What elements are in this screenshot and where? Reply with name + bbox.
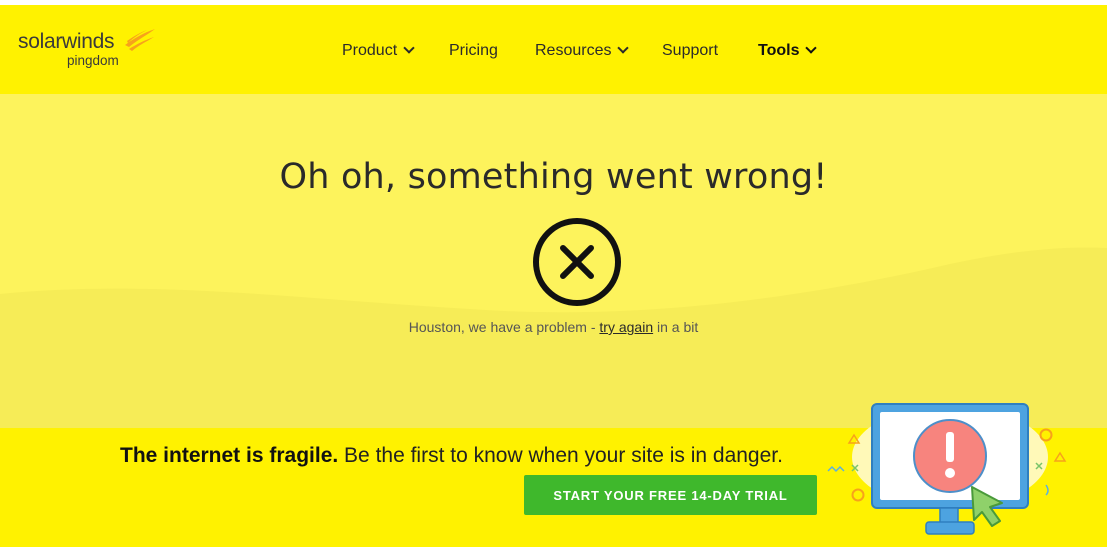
nav-item-tools[interactable]: Tools bbox=[758, 41, 818, 61]
chevron-down-icon bbox=[617, 42, 630, 54]
solarwinds-pingdom-logo[interactable]: solarwinds pingdom bbox=[18, 29, 155, 68]
error-headline: Oh oh, something went wrong! bbox=[279, 157, 828, 197]
error-message: Houston, we have a problem - try again i… bbox=[0, 319, 1107, 335]
start-free-trial-button[interactable]: START YOUR FREE 14-DAY TRIAL bbox=[524, 475, 817, 515]
nav-item-label: Tools bbox=[758, 42, 800, 59]
nav-item-label: Product bbox=[342, 42, 398, 59]
nav-item-resources[interactable]: Resources bbox=[535, 41, 630, 61]
promo-text: The internet is fragile. Be the first to… bbox=[120, 444, 783, 468]
chevron-down-icon bbox=[805, 42, 818, 54]
error-message-text: Houston, we have a problem - bbox=[408, 319, 600, 335]
site-header: solarwinds pingdom Product Pricing Resou… bbox=[0, 5, 1107, 94]
nav-item-label: Pricing bbox=[449, 42, 498, 59]
nav-item-product[interactable]: Product bbox=[342, 41, 415, 61]
chevron-down-icon bbox=[403, 42, 415, 54]
error-message-suffix: in a bit bbox=[653, 319, 699, 335]
nav-item-pricing[interactable]: Pricing bbox=[449, 41, 498, 61]
logo-product-name: pingdom bbox=[67, 53, 119, 68]
close-circle-icon bbox=[533, 218, 621, 306]
nav-item-label: Support bbox=[662, 42, 719, 59]
monitor-alert-icon bbox=[827, 403, 1067, 535]
nav-item-label: Resources bbox=[535, 42, 612, 59]
logo-brand-name: solarwinds bbox=[18, 30, 115, 53]
promo-bold-text: The internet is fragile. bbox=[120, 444, 339, 467]
nav-item-support[interactable]: Support bbox=[662, 41, 718, 61]
error-hero: Oh oh, something went wrong! Houston, we… bbox=[0, 94, 1107, 428]
try-again-link[interactable]: try again bbox=[599, 319, 653, 335]
flame-icon bbox=[125, 29, 155, 51]
promo-body-text: Be the first to know when your site is i… bbox=[338, 444, 783, 467]
